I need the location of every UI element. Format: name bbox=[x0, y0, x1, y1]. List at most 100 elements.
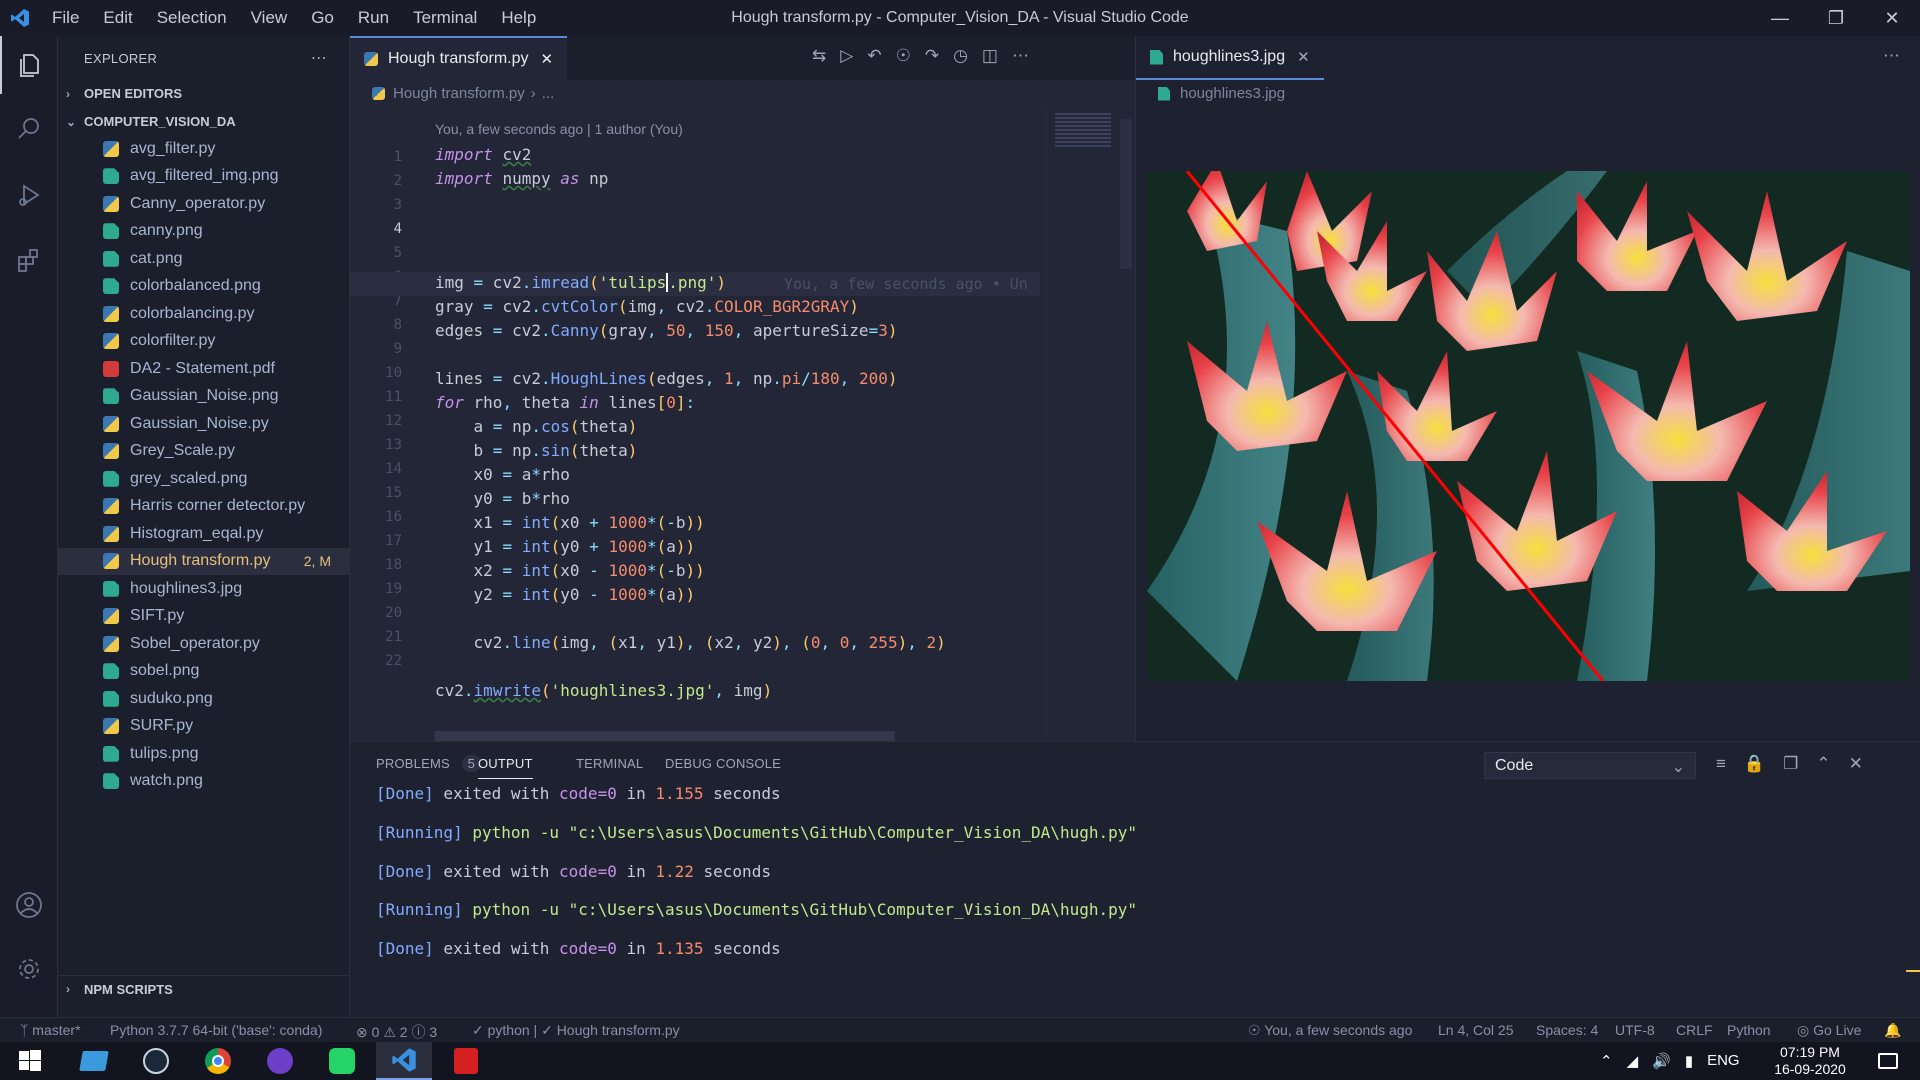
menu-go[interactable]: Go bbox=[299, 0, 346, 36]
show-hidden-icons-icon[interactable]: ⌃ bbox=[1600, 1052, 1613, 1070]
vscode-taskbar-icon[interactable] bbox=[376, 1042, 432, 1080]
horizontal-scrollbar[interactable] bbox=[435, 731, 895, 741]
tab-problems[interactable]: PROBLEMS 5 bbox=[376, 755, 482, 772]
restore-button[interactable]: ❐ bbox=[1808, 0, 1864, 36]
menu-view[interactable]: View bbox=[239, 0, 300, 36]
battery-icon[interactable]: ▮ bbox=[1685, 1052, 1693, 1070]
close-tab-icon[interactable]: ✕ bbox=[1297, 48, 1310, 66]
problems-summary[interactable]: ⊗ 0 ⚠ 2 ⓘ 3 bbox=[356, 1022, 437, 1042]
more-actions-icon[interactable]: ⋯ bbox=[1883, 46, 1900, 66]
lint-status[interactable]: ✓ python | ✓ Hough transform.py bbox=[472, 1022, 680, 1039]
tab-houghlines3[interactable]: houghlines3.jpg ✕ bbox=[1136, 36, 1324, 80]
file-item[interactable]: canny.png bbox=[58, 218, 349, 246]
git-blame-status[interactable]: ☉ You, a few seconds ago bbox=[1248, 1022, 1412, 1039]
more-actions-icon[interactable]: ⋯ bbox=[311, 48, 327, 68]
notifications-bell-icon[interactable]: 🔔 bbox=[1884, 1022, 1901, 1039]
file-item[interactable]: Grey_Scale.py bbox=[58, 438, 349, 466]
wifi-icon[interactable]: ◢ bbox=[1627, 1052, 1639, 1070]
volume-icon[interactable]: 🔊 bbox=[1652, 1052, 1671, 1070]
file-item[interactable]: Canny_operator.py bbox=[58, 190, 349, 218]
tab-hough-transform[interactable]: Hough transform.py ✕ bbox=[350, 36, 568, 80]
menu-run[interactable]: Run bbox=[346, 0, 401, 36]
file-item[interactable]: Histogram_eqal.py bbox=[58, 520, 349, 548]
menu-terminal[interactable]: Terminal bbox=[401, 0, 489, 36]
input-language[interactable]: ENG bbox=[1707, 1052, 1740, 1070]
action-center-icon[interactable] bbox=[1860, 1042, 1916, 1080]
menu-file[interactable]: File bbox=[40, 0, 91, 36]
npm-scripts-section[interactable]: › NPM SCRIPTS bbox=[58, 975, 350, 1002]
whatsapp-icon[interactable] bbox=[314, 1042, 370, 1080]
run-debug-icon[interactable] bbox=[0, 166, 58, 224]
file-item[interactable]: SIFT.py bbox=[58, 603, 349, 631]
go-live[interactable]: ◎ Go Live bbox=[1797, 1022, 1861, 1039]
next-change-icon[interactable]: ↷ bbox=[925, 46, 939, 66]
close-tab-icon[interactable]: ✕ bbox=[541, 50, 554, 68]
project-folder[interactable]: ⌄ COMPUTER_VISION_DA bbox=[58, 108, 349, 135]
github-desktop-icon[interactable] bbox=[252, 1042, 308, 1080]
minimize-button[interactable]: — bbox=[1752, 0, 1808, 36]
more-actions-icon[interactable]: ⋯ bbox=[1012, 46, 1029, 66]
language-mode[interactable]: Python bbox=[1727, 1022, 1771, 1038]
acrobat-icon[interactable] bbox=[438, 1042, 494, 1080]
file-item[interactable]: sobel.png bbox=[58, 658, 349, 686]
split-editor-icon[interactable]: ◫ bbox=[982, 46, 998, 66]
file-item[interactable]: colorfilter.py bbox=[58, 328, 349, 356]
menu-edit[interactable]: Edit bbox=[91, 0, 144, 36]
open-changes-icon[interactable]: ⇆ bbox=[812, 46, 826, 66]
tab-terminal[interactable]: TERMINAL bbox=[576, 756, 643, 771]
breadcrumb-file[interactable]: Hough transform.py bbox=[393, 85, 525, 102]
timeline-icon[interactable]: ◷ bbox=[953, 46, 968, 66]
file-explorer-icon[interactable] bbox=[66, 1042, 122, 1080]
minimap[interactable] bbox=[1046, 107, 1116, 741]
python-interpreter[interactable]: Python 3.7.7 64-bit ('base': conda) bbox=[110, 1022, 322, 1038]
tab-debug-console[interactable]: DEBUG CONSOLE bbox=[665, 756, 781, 771]
file-item[interactable]: SURF.py bbox=[58, 713, 349, 741]
file-item[interactable]: watch.png bbox=[58, 768, 349, 796]
commit-icon[interactable]: ☉ bbox=[896, 46, 911, 66]
lock-scroll-icon[interactable]: 🔒 bbox=[1744, 754, 1765, 774]
file-item[interactable]: Sobel_operator.py bbox=[58, 630, 349, 658]
close-window-button[interactable]: ✕ bbox=[1864, 0, 1920, 36]
file-item[interactable]: colorbalanced.png bbox=[58, 273, 349, 301]
encoding[interactable]: UTF-8 bbox=[1615, 1022, 1655, 1038]
close-panel-icon[interactable]: ✕ bbox=[1849, 754, 1863, 774]
file-item[interactable]: Harris corner detector.py bbox=[58, 493, 349, 521]
maximize-panel-icon[interactable]: ⌃ bbox=[1816, 754, 1830, 774]
tab-output[interactable]: OUTPUT bbox=[478, 756, 533, 779]
menu-selection[interactable]: Selection bbox=[145, 0, 239, 36]
run-file-icon[interactable]: ▷ bbox=[840, 46, 853, 66]
manage-gear-icon[interactable] bbox=[0, 940, 58, 998]
file-item[interactable]: avg_filtered_img.png bbox=[58, 163, 349, 191]
open-log-icon[interactable]: ❐ bbox=[1783, 754, 1798, 774]
clock[interactable]: 07:19 PM 16-09-2020 bbox=[1770, 1044, 1850, 1078]
search-icon[interactable] bbox=[0, 100, 58, 158]
explorer-icon[interactable] bbox=[0, 36, 58, 94]
cursor-position[interactable]: Ln 4, Col 25 bbox=[1438, 1022, 1514, 1038]
file-item[interactable]: Gaussian_Noise.png bbox=[58, 383, 349, 411]
windows-start-icon[interactable] bbox=[2, 1042, 58, 1080]
account-icon[interactable] bbox=[0, 876, 58, 934]
steam-icon[interactable] bbox=[128, 1042, 184, 1080]
file-item[interactable]: suduko.png bbox=[58, 685, 349, 713]
menu-help[interactable]: Help bbox=[489, 0, 548, 36]
clear-output-icon[interactable]: ≡ bbox=[1716, 754, 1726, 774]
previous-change-icon[interactable]: ↶ bbox=[867, 46, 881, 66]
file-item[interactable]: avg_filter.py bbox=[58, 135, 349, 163]
file-item[interactable]: colorbalancing.py bbox=[58, 300, 349, 328]
end-of-line[interactable]: CRLF bbox=[1676, 1022, 1713, 1038]
output-channel-select[interactable]: Code ⌄ bbox=[1484, 752, 1696, 779]
file-item[interactable]: houghlines3.jpg bbox=[58, 575, 349, 603]
open-editors-section[interactable]: › OPEN EDITORS bbox=[58, 80, 349, 107]
breadcrumb-more[interactable]: ... bbox=[542, 85, 555, 102]
chrome-icon[interactable] bbox=[190, 1042, 246, 1080]
indentation[interactable]: Spaces: 4 bbox=[1536, 1022, 1598, 1038]
file-item[interactable]: Gaussian_Noise.py bbox=[58, 410, 349, 438]
codelens-blame[interactable]: You, a few seconds ago | 1 author (You) bbox=[435, 121, 683, 137]
vertical-scrollbar[interactable] bbox=[1120, 119, 1132, 269]
file-item[interactable]: grey_scaled.png bbox=[58, 465, 349, 493]
code-area[interactable]: You, a few seconds ago | 1 author (You) … bbox=[350, 107, 1135, 741]
breadcrumb-file[interactable]: houghlines3.jpg bbox=[1180, 85, 1285, 102]
extensions-icon[interactable] bbox=[0, 232, 58, 290]
file-item[interactable]: cat.png bbox=[58, 245, 349, 273]
git-branch[interactable]: ᛉ master* bbox=[20, 1022, 81, 1038]
